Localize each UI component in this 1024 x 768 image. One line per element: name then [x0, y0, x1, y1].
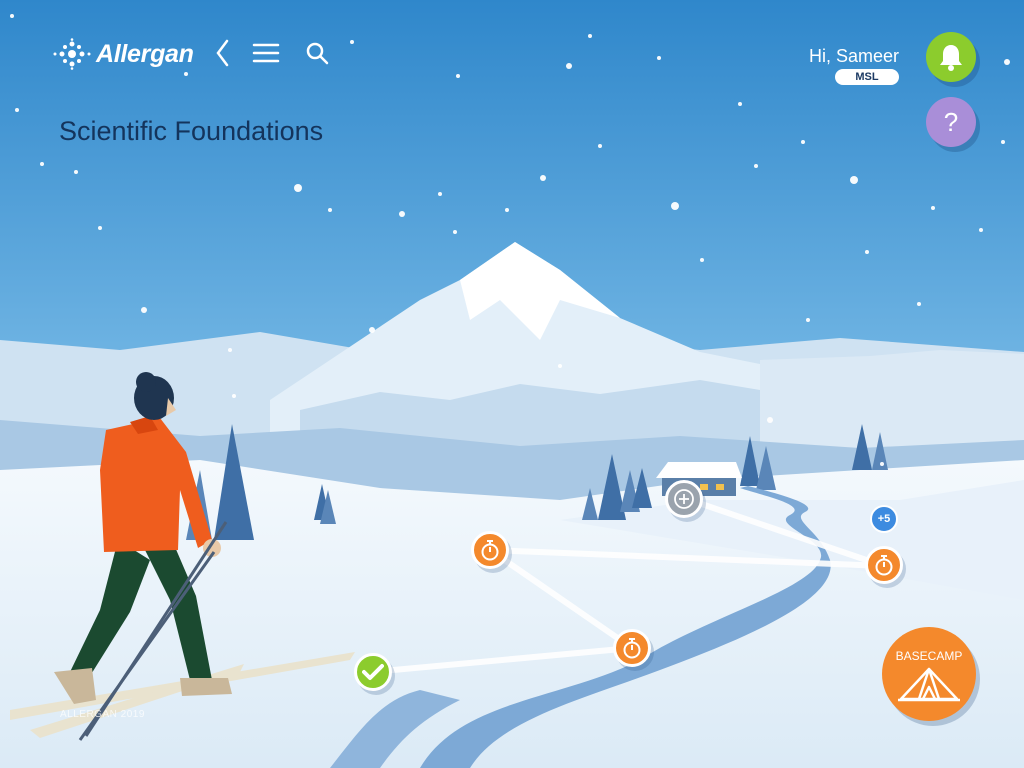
stopwatch-icon [623, 638, 641, 659]
tent-icon [898, 667, 960, 702]
trail-node-timed[interactable] [471, 531, 509, 569]
menu-button[interactable] [251, 38, 281, 68]
brand-name: Allergan [96, 39, 194, 68]
more-items-badge[interactable]: +5 [870, 505, 898, 533]
trail-node-timed[interactable] [865, 546, 903, 584]
back-button[interactable] [208, 38, 238, 68]
plus-circle-icon [674, 489, 694, 509]
search-button[interactable] [302, 38, 332, 68]
copyright-text: ALLERGAN 2019 [60, 709, 145, 720]
stopwatch-icon [875, 555, 893, 576]
help-button[interactable]: ? [926, 97, 976, 147]
chevron-left-icon [216, 39, 229, 67]
user-role-badge: MSL [835, 69, 899, 85]
question-icon: ? [943, 106, 959, 137]
trail-node-timed[interactable] [613, 629, 651, 667]
notifications-button[interactable] [926, 32, 976, 82]
stopwatch-icon [481, 540, 499, 561]
user-greeting: Hi, Sameer [808, 46, 899, 66]
basecamp-button[interactable]: BASECAMP [882, 627, 976, 721]
search-icon [306, 42, 329, 65]
checkmark-icon [362, 664, 384, 680]
bell-icon [940, 45, 962, 71]
page-title: Scientific Foundations [59, 116, 324, 146]
basecamp-label: BASECAMP [895, 649, 963, 663]
hamburger-menu-icon [252, 43, 280, 63]
trail-node-completed[interactable] [354, 653, 392, 691]
allergan-dots-icon [53, 38, 91, 70]
trail-node-locked[interactable] [665, 480, 703, 518]
allergan-logo: Allergan [52, 36, 194, 72]
